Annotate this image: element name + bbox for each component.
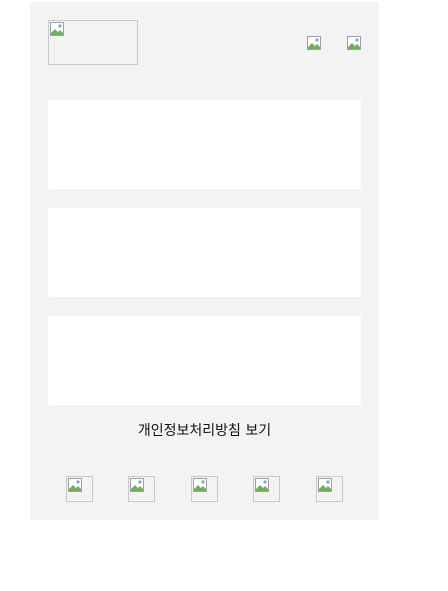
- privacy-policy-link[interactable]: 개인정보처리방침 보기: [30, 420, 379, 440]
- content-card-1[interactable]: [48, 100, 361, 189]
- broken-image-icon: [50, 22, 64, 36]
- broken-image-icon: [255, 478, 269, 492]
- broken-image-icon: [347, 36, 361, 50]
- header-icon-button-2[interactable]: [346, 35, 362, 51]
- logo-image[interactable]: [48, 20, 138, 65]
- broken-image-icon: [130, 478, 144, 492]
- broken-image-icon: [68, 478, 82, 492]
- bottom-nav-item-1[interactable]: [66, 476, 93, 502]
- bottom-nav-item-3[interactable]: [191, 476, 218, 502]
- bottom-nav-item-4[interactable]: [253, 476, 280, 502]
- content-card-2[interactable]: [48, 208, 361, 297]
- header-icon-button-1[interactable]: [306, 35, 322, 51]
- broken-image-icon: [307, 36, 321, 50]
- content-card-3[interactable]: [48, 316, 361, 405]
- bottom-nav-item-2[interactable]: [128, 476, 155, 502]
- app-panel: 개인정보처리방침 보기: [30, 2, 379, 520]
- broken-image-icon: [193, 478, 207, 492]
- bottom-nav-item-5[interactable]: [316, 476, 343, 502]
- broken-image-icon: [318, 478, 332, 492]
